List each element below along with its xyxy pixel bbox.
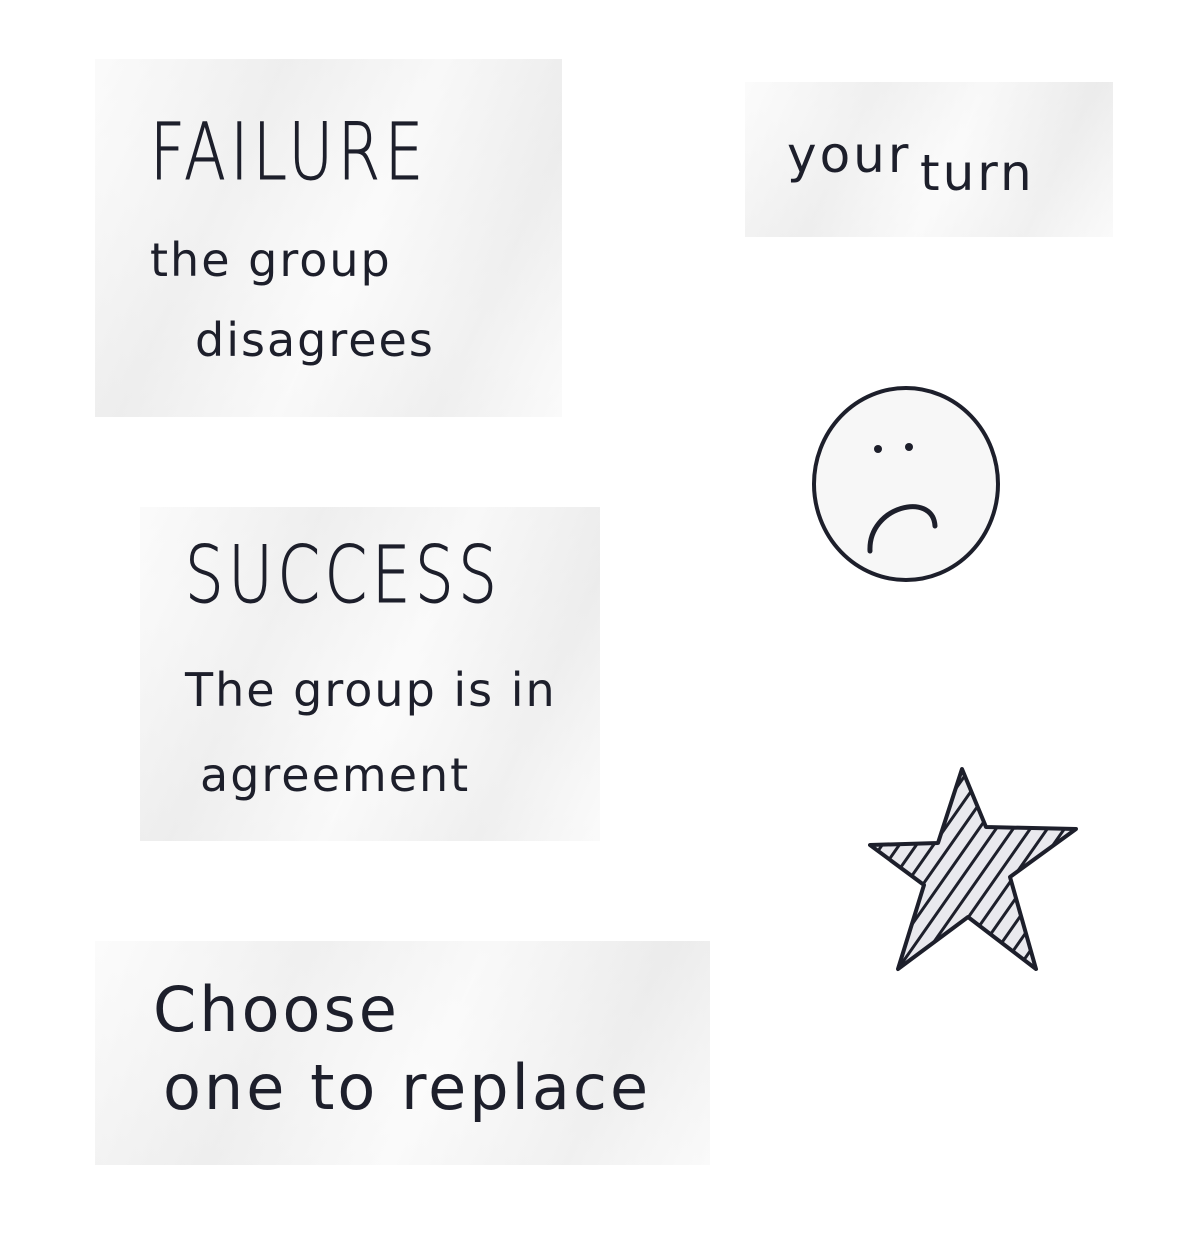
success-line-2: agreement: [200, 748, 471, 802]
failure-line-1: the group: [150, 233, 392, 287]
choose-line-2: one to replace: [163, 1051, 652, 1124]
success-line-1: The group is in: [185, 663, 557, 717]
your-turn-word-2: turn: [920, 144, 1035, 202]
failure-card: FAILURE the group disagrees: [95, 59, 562, 417]
failure-line-2: disagrees: [195, 313, 435, 367]
success-card: SUCCESS The group is in agreement: [140, 507, 600, 841]
choose-card: Choose one to replace: [95, 941, 710, 1165]
success-title: SUCCESS: [185, 531, 502, 621]
failure-title: FAILURE: [150, 108, 428, 198]
your-turn-word-1: your: [787, 126, 912, 184]
sad-face-icon: [808, 386, 1004, 586]
star-icon: [868, 765, 1080, 977]
choose-line-1: Choose: [153, 973, 400, 1046]
your-turn-card: your turn: [745, 82, 1113, 237]
